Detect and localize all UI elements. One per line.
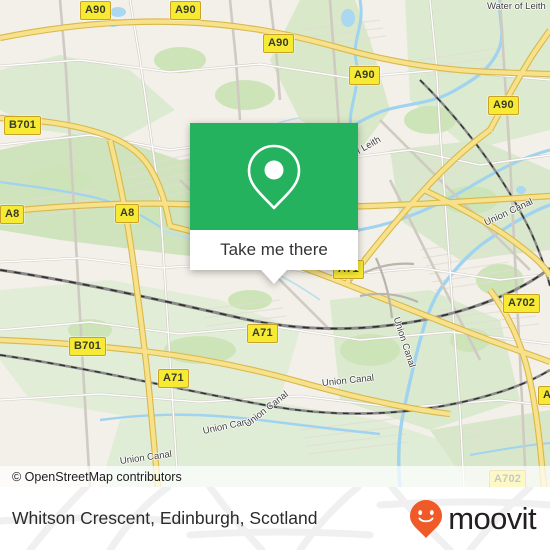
- map-callout[interactable]: Take me there: [190, 123, 358, 284]
- road-shield: A90: [170, 1, 201, 20]
- moovit-smiley-pin-icon: [410, 499, 443, 538]
- moovit-logo[interactable]: moovit: [409, 487, 537, 550]
- moovit-wordmark: moovit: [448, 500, 536, 536]
- moovit-location-card: A90A90A90A90A90B701A8A8A71A702A71B701A71…: [0, 0, 550, 550]
- callout-tail: [261, 270, 287, 284]
- location-title-text: Whitson Crescent, Edinburgh, Scotland: [12, 508, 318, 528]
- callout-icon-area: [190, 123, 358, 230]
- water-label: Water of Leith: [487, 1, 546, 12]
- road-shield: A71: [158, 369, 189, 388]
- road-shield: A90: [263, 34, 294, 53]
- osm-attribution-text: © OpenStreetMap contributors: [12, 469, 182, 484]
- road-shield: A90: [488, 96, 519, 115]
- road-shield: A8: [115, 204, 140, 223]
- footer-bar: Whitson Crescent, Edinburgh, Scotland mo…: [0, 487, 550, 550]
- road-shield: B701: [69, 337, 107, 356]
- page-title: Whitson Crescent, Edinburgh, Scotland: [12, 487, 317, 550]
- road-shield: A8: [0, 205, 25, 224]
- road-shield: A90: [80, 1, 111, 20]
- road-shield: A702: [538, 386, 550, 405]
- map-pin-icon: [247, 144, 301, 209]
- road-shield: A90: [349, 66, 380, 85]
- take-me-there-button[interactable]: Take me there: [190, 230, 358, 270]
- osm-attribution[interactable]: © OpenStreetMap contributors: [0, 466, 550, 487]
- road-shield: B701: [4, 116, 42, 135]
- road-shield: A702: [503, 294, 541, 313]
- road-shield: A71: [247, 324, 278, 343]
- take-me-there-label: Take me there: [220, 240, 328, 259]
